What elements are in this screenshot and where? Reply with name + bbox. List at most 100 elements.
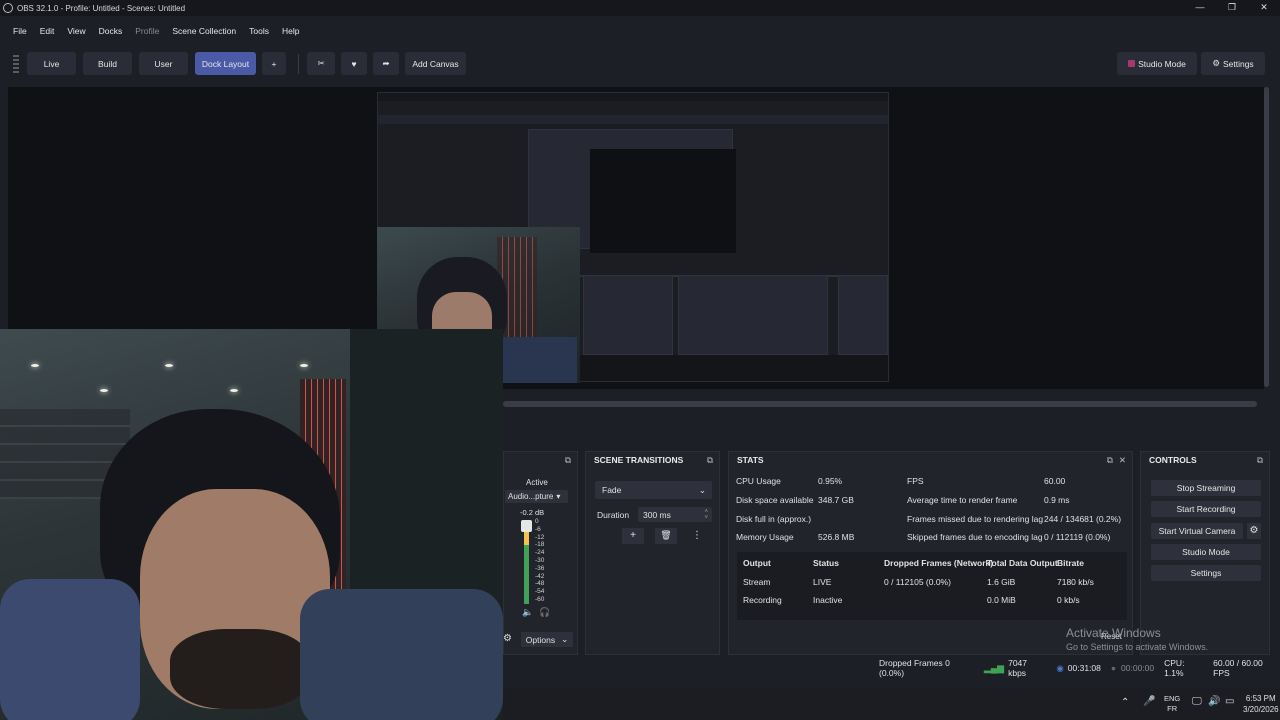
volume-slider-handle[interactable] [521,520,532,532]
stat-render-label: Average time to render frame [907,495,1018,505]
table-cell: Inactive [813,595,843,605]
stop-streaming-button[interactable]: Stop Streaming [1151,480,1261,496]
tab-build[interactable]: Build [83,52,132,75]
scene-transitions-dock: SCENE TRANSITIONS ⧉ Fade ⌄ Duration 300 … [585,451,720,655]
add-tab-button[interactable]: + [262,52,286,75]
menu-profile[interactable]: Profile [135,26,159,36]
mixer-device-select[interactable]: Audio...pture ▾ [505,490,568,503]
float-dock-icon[interactable]: ⧉ [1257,455,1263,466]
float-dock-icon[interactable]: ⧉ [707,455,713,466]
menu-file[interactable]: File [13,26,27,36]
table-cell: Recording [743,595,782,605]
scale-tick: -48 [535,580,545,588]
mixer-active-label: Active [526,478,548,487]
start-recording-button[interactable]: Start Recording [1151,501,1261,517]
preview-horizontal-scrollbar[interactable] [503,401,1257,407]
add-transition-icon[interactable]: + [622,528,644,544]
stats-dock: STATS ⧉ ✕ CPU Usage 0.95% Disk space ava… [728,451,1133,655]
stat-disk-label: Disk space available [736,495,814,505]
volume-icon[interactable]: 🔊 [1208,696,1220,707]
stat-cpu-value: 0.95% [818,476,843,486]
table-header: Dropped Frames (Network) [884,558,994,568]
obs-logo-icon [3,3,13,13]
stat-fps-label: FPS [907,476,924,486]
mixer-gear-icon[interactable]: ⚙ [503,633,512,644]
scale-tick: -60 [535,595,545,603]
virtual-camera-gear-icon[interactable]: ⚙ [1247,523,1261,539]
restore-icon[interactable]: ❐ [1216,0,1248,16]
tab-user[interactable]: User [139,52,188,75]
drag-handle-icon[interactable] [13,55,19,73]
transition-value: Fade [602,485,622,495]
menu-docks[interactable]: Docks [99,26,123,36]
share-icon[interactable]: ➦ [373,52,399,75]
controls-studio-mode-button[interactable]: Studio Mode [1151,544,1261,560]
clock[interactable]: 6:53 PM 3/20/2026 [1243,693,1279,715]
scene-transitions-title: SCENE TRANSITIONS [594,455,684,465]
tools-icon[interactable]: ✂ [307,52,335,75]
scale-tick: -18 [535,541,545,549]
preview-vertical-scrollbar[interactable] [1264,87,1269,387]
chevron-up-icon[interactable]: ⌃ [1121,697,1129,708]
float-dock-icon[interactable]: ⧉ [1107,455,1113,466]
start-virtual-camera-button[interactable]: Start Virtual Camera [1151,523,1243,539]
table-cell: 0 / 112105 (0.0%) [884,577,951,587]
battery-icon[interactable]: ▭ [1225,696,1234,707]
more-options-icon[interactable]: ⋮ [688,528,706,544]
stat-memory-label: Memory Usage [736,532,794,542]
speaker-icon[interactable]: 🔈 [522,607,533,618]
transition-select[interactable]: Fade ⌄ [595,481,712,499]
chevron-down-icon: ⌄ [561,634,569,644]
spin-arrows-icon[interactable]: ˄ ˅ [704,509,708,521]
menu-help[interactable]: Help [282,26,299,36]
duration-spinbox[interactable]: 300 ms ˄ ˅ [638,507,712,522]
window-title: OBS 32.1.0 - Profile: Untitled - Scenes:… [17,3,186,13]
close-dock-icon[interactable]: ✕ [1119,455,1126,466]
volume-meter [524,520,529,604]
headphones-icon[interactable]: 🎧 [539,607,550,618]
mixer-options-button[interactable]: Options ⌄ [521,632,573,647]
statusbar: Dropped Frames 0 (0.0%) ▂▄▆ 7047 kbps ◉ … [879,658,1280,678]
minimize-icon[interactable]: — [1184,0,1216,16]
menu-tools[interactable]: Tools [249,26,269,36]
network-icon[interactable]: 🖵 [1192,696,1202,707]
scale-tick: -24 [535,549,545,557]
menu-scene-collection[interactable]: Scene Collection [172,26,236,36]
scale-tick: 0 [535,518,539,525]
menu-edit[interactable]: Edit [40,26,55,36]
mixer-device-label: Audio...pture [508,492,554,501]
stats-title: STATS [737,455,764,465]
windows-taskbar: ⌃ 🎤 ENG FR 🖵 🔊 ▭ 6:53 PM 3/20/2026 [503,688,1280,720]
float-dock-icon[interactable]: ⧉ [565,455,571,466]
toolbar: Live Build User Dock Layout + ✂ ♥ ➦ Add … [0,52,1280,76]
tab-live[interactable]: Live [27,52,76,75]
settings-button[interactable]: ⚙ Settings [1201,52,1265,75]
trash-icon[interactable]: 🗑 [655,528,677,544]
stat-memory-value: 526.8 MB [818,532,855,542]
menu-view[interactable]: View [67,26,85,36]
gear-icon: ⚙ [1212,58,1220,68]
stream-icon: ◉ [1056,662,1064,673]
microphone-icon[interactable]: 🎤 [1143,696,1155,707]
controls-settings-button[interactable]: Settings [1151,565,1261,581]
activate-windows-watermark: Activate Windows Go to Settings to activ… [1066,626,1208,652]
stat-missed-value: 244 / 134681 (0.2%) [1044,514,1122,524]
activate-windows-subtitle: Go to Settings to activate Windows. [1066,642,1209,652]
add-canvas-button[interactable]: Add Canvas [405,52,466,75]
mixer-db-value: -0.2 dB [520,508,545,517]
scale-tick: -54 [535,588,545,596]
stat-skipped-label: Skipped frames due to encoding lag [907,532,1043,542]
chevron-down-icon: ▾ [556,492,561,501]
studio-mode-button[interactable]: Studio Mode [1117,52,1197,75]
webcam-overlay-large [0,329,503,720]
table-cell: 0 kb/s [1057,595,1080,605]
fps-status: 60.00 / 60.00 FPS [1213,658,1263,678]
table-cell: 0.0 MiB [987,595,1016,605]
tab-dock-layout[interactable]: Dock Layout [195,52,256,75]
options-label: Options [525,634,556,645]
heart-icon[interactable]: ♥ [341,52,367,75]
language-indicator[interactable]: ENG FR [1164,694,1180,714]
settings-label: Settings [1222,58,1254,69]
cpu-status: CPU: 1.1% [1164,658,1185,678]
close-icon[interactable]: ✕ [1248,0,1280,16]
